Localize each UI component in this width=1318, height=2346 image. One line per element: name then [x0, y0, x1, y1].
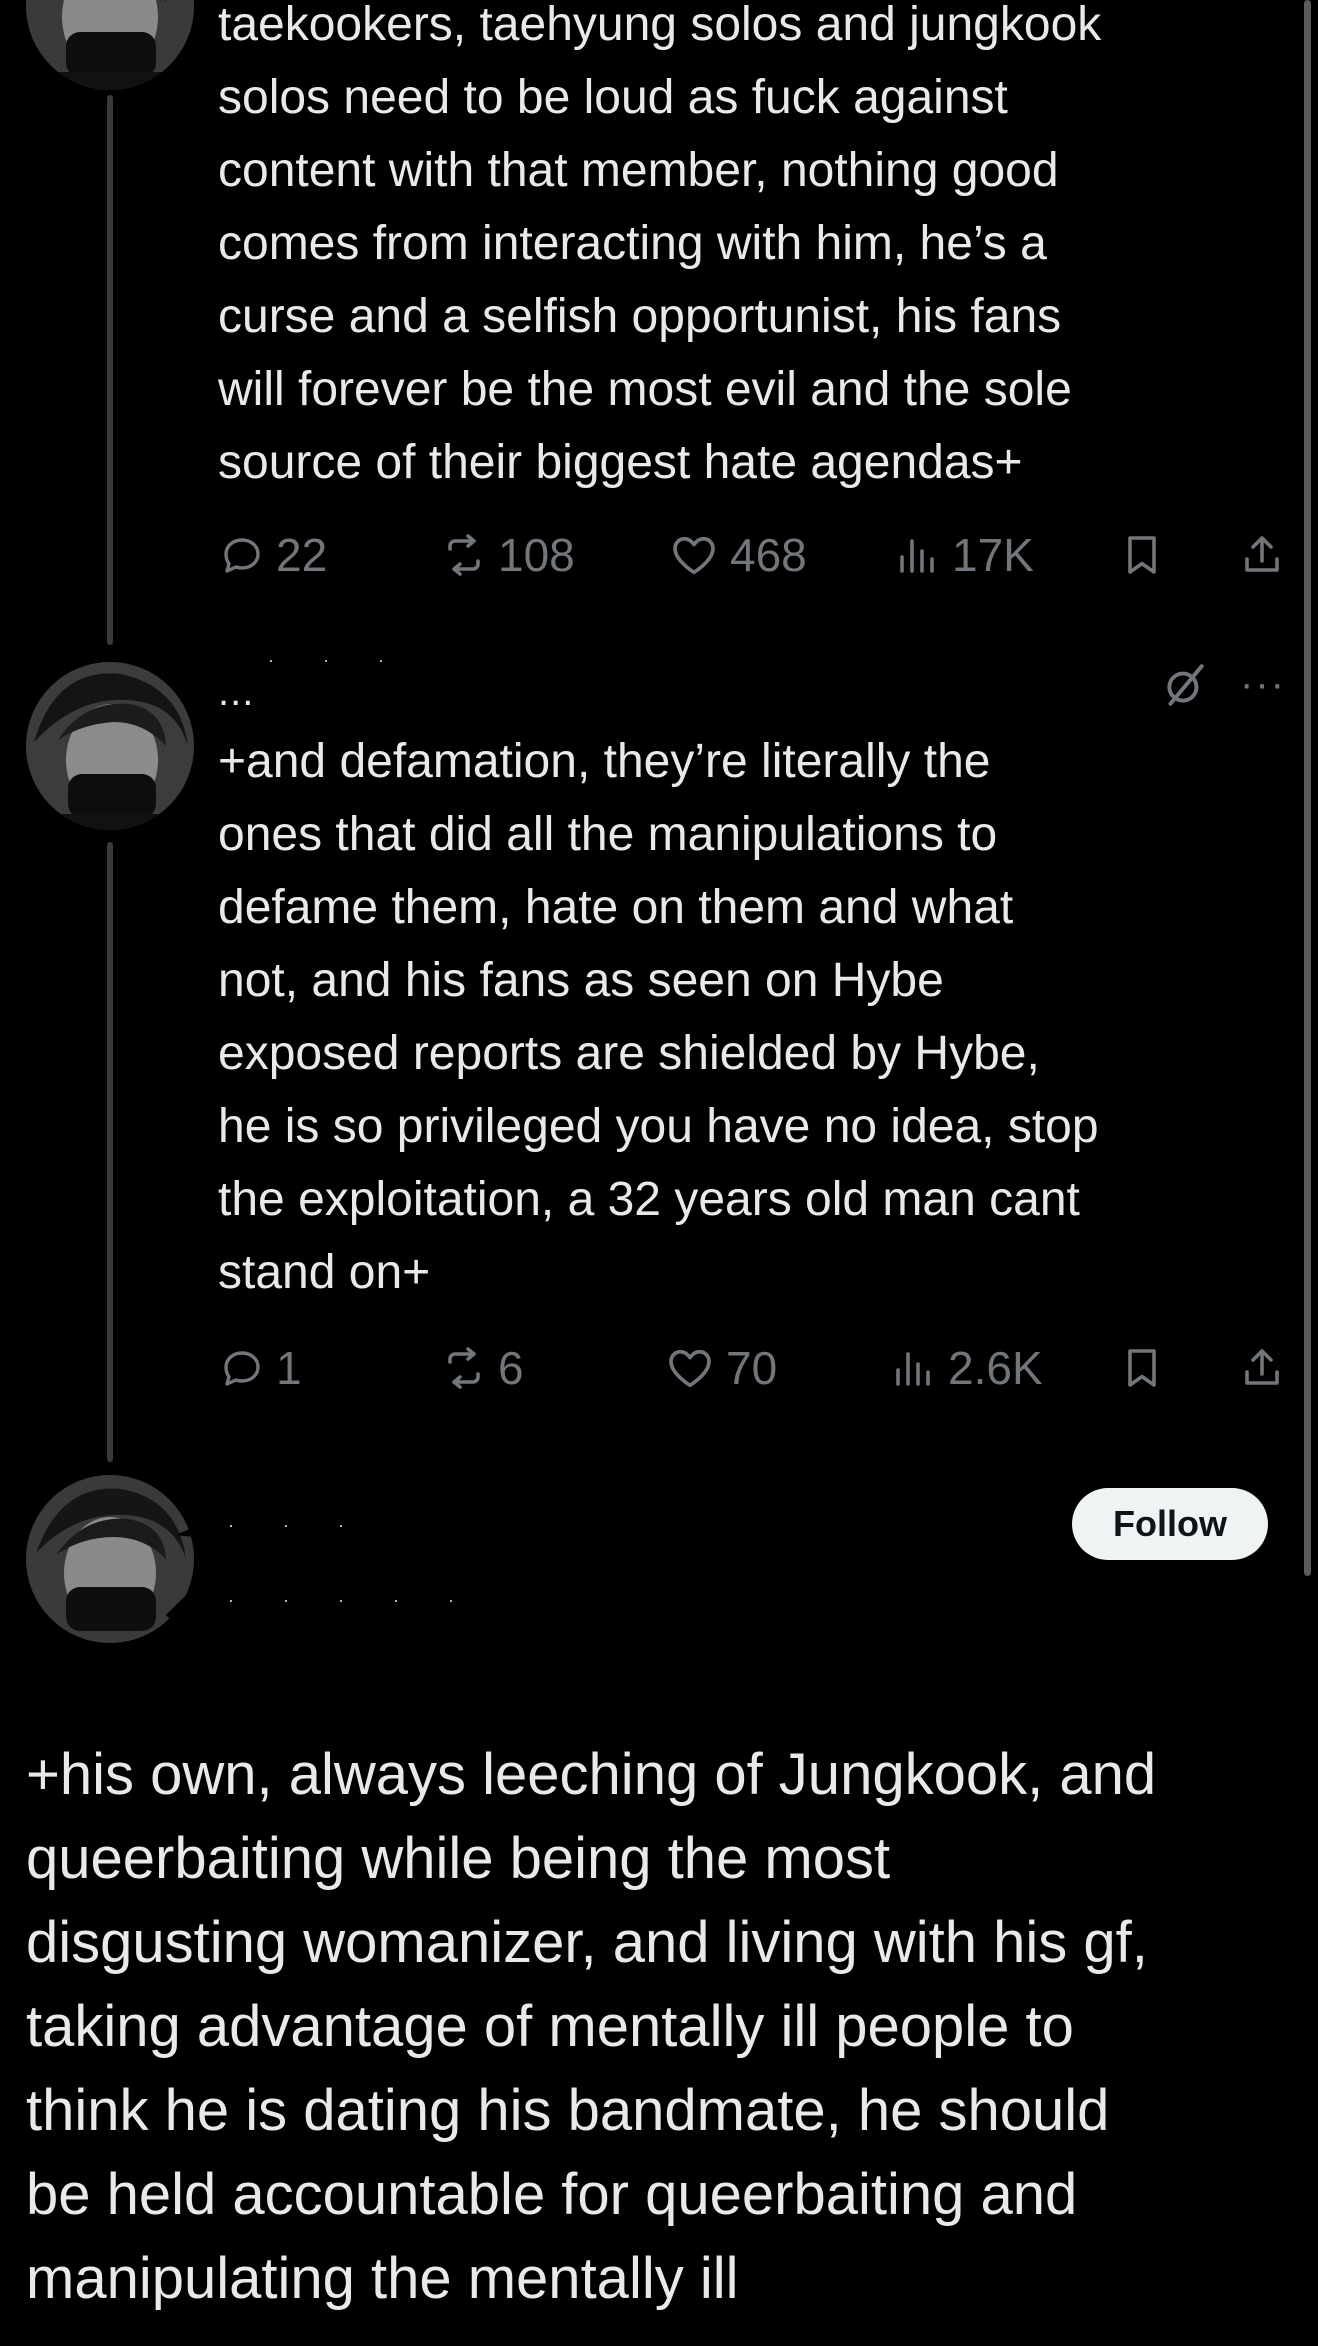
repost-button[interactable]: 108: [440, 525, 575, 585]
repost-icon: [440, 1344, 488, 1392]
redacted-handle: · · · · ·: [228, 1590, 476, 1610]
bookmark-icon: [1118, 1344, 1166, 1392]
reply-button[interactable]: 22: [218, 525, 327, 585]
reply-icon: [218, 531, 266, 579]
share-icon: [1238, 1344, 1286, 1392]
bookmark-icon: [1118, 531, 1166, 579]
grok-icon[interactable]: [1160, 660, 1210, 715]
reply-button[interactable]: 1: [218, 1338, 302, 1398]
avatar[interactable]: [26, 662, 194, 830]
reply-count: 22: [276, 529, 328, 581]
like-count: 468: [730, 529, 807, 581]
main-tweet-text: +his own, always leeching of Jungkook, a…: [26, 1742, 1157, 2311]
reply-count: 1: [276, 1342, 302, 1394]
tweet-text: +and defamation, they’re literally the o…: [218, 735, 1099, 1299]
tweet-actions: 22 108 468 17K: [218, 525, 1296, 585]
like-button[interactable]: 468: [668, 525, 807, 585]
repost-icon: [440, 531, 488, 579]
thread-line-2: [107, 842, 113, 1462]
like-icon: [664, 1342, 716, 1394]
scrollbar[interactable]: [1304, 0, 1311, 1576]
thread-line-1: [107, 95, 113, 645]
like-button[interactable]: 70: [664, 1338, 777, 1398]
views-button[interactable]: 17K: [894, 525, 1034, 585]
bookmark-button[interactable]: [1118, 1338, 1166, 1398]
repost-count: 108: [498, 529, 575, 581]
tweet-actions: 1 6 70 2.6K: [218, 1338, 1296, 1398]
follow-button[interactable]: Follow: [1072, 1488, 1268, 1560]
views-button[interactable]: 2.6K: [890, 1338, 1043, 1398]
share-icon: [1238, 531, 1286, 579]
like-icon: [668, 529, 720, 581]
avatar[interactable]: [26, 1475, 194, 1643]
redacted-username: · · ·: [268, 650, 406, 670]
reply-icon: [218, 1344, 266, 1392]
username-handle[interactable]: ...: [218, 672, 254, 712]
views-count: 17K: [952, 529, 1034, 581]
share-button[interactable]: [1238, 525, 1286, 585]
like-count: 70: [726, 1342, 778, 1394]
tweet-text: taekookers, taehyung solos and jungkook …: [218, 0, 1102, 489]
views-icon: [894, 531, 942, 579]
repost-button[interactable]: 6: [440, 1338, 524, 1398]
share-button[interactable]: [1238, 1338, 1286, 1398]
repost-count: 6: [498, 1342, 524, 1394]
more-icon[interactable]: ···: [1240, 664, 1286, 704]
views-count: 2.6K: [948, 1342, 1043, 1394]
redacted-username: · · ·: [228, 1515, 366, 1535]
bookmark-button[interactable]: [1118, 525, 1166, 585]
views-icon: [890, 1344, 938, 1392]
avatar[interactable]: [26, 0, 194, 90]
